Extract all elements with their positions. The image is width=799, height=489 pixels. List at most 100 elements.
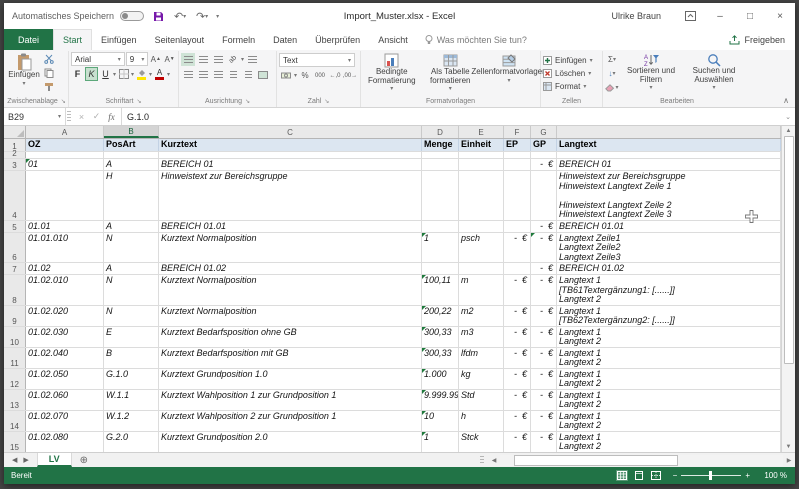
cell-einheit[interactable]: lfdm (459, 348, 504, 368)
cell-posart[interactable]: G.1.0 (104, 369, 159, 389)
scroll-down-icon[interactable]: ▼ (786, 444, 792, 452)
cell-langtext[interactable]: Langtext 1Langtext 2 (557, 369, 781, 389)
borders-button[interactable] (117, 67, 130, 81)
autosum-button[interactable]: Σ▾ (605, 53, 619, 66)
decrease-font-button[interactable]: A▼ (163, 53, 176, 66)
tab-überprüfen[interactable]: Überprüfen (306, 29, 369, 50)
cell-langtext[interactable]: Langtext 1Langtext 2 (557, 327, 781, 347)
cell-kurztext[interactable]: BEREICH 01 (159, 159, 422, 170)
cell-posart[interactable]: W.1.1 (104, 390, 159, 410)
cell-oz[interactable] (26, 171, 104, 220)
cell-einheit[interactable]: Stck (459, 432, 504, 452)
cell-gp[interactable]: -€ (531, 159, 557, 170)
accounting-format-button[interactable] (279, 69, 293, 82)
cell-menge[interactable] (422, 171, 459, 220)
format-as-table-button[interactable]: Als Tabelle formatieren ▾ (422, 52, 480, 94)
cell-menge[interactable]: 9.999.999 (422, 390, 459, 410)
bold-button[interactable]: F (71, 67, 84, 81)
cell-gp[interactable]: -€ (531, 432, 557, 452)
cell-kurztext[interactable]: BEREICH 01.02 (159, 263, 422, 274)
tab-ansicht[interactable]: Ansicht (369, 29, 417, 50)
cell-einheit[interactable]: psch (459, 233, 504, 263)
cell-styles-button[interactable]: Zellenformatvorlagen ▾ (480, 52, 538, 85)
tell-me-box[interactable]: Was möchten Sie tun? (417, 29, 535, 50)
column-header-E[interactable]: E (459, 126, 504, 138)
row-header-11[interactable]: 11 (4, 348, 26, 368)
cell-oz[interactable]: 01.02.060 (26, 390, 104, 410)
cell-kurztext[interactable]: Kurztext Grundposition 1.0 (159, 369, 422, 389)
cell-langtext[interactable]: BEREICH 01 (557, 159, 781, 170)
redo-button[interactable]: ↷▾ (194, 8, 210, 24)
number-format-select[interactable]: Text▾ (279, 53, 355, 67)
paste-button[interactable]: Einfügen ▾ (7, 52, 41, 88)
cell-oz[interactable]: 01.02.010 (26, 275, 104, 305)
cell-oz[interactable]: 01.02.050 (26, 369, 104, 389)
tab-seitenlayout[interactable]: Seitenlayout (146, 29, 214, 50)
previous-sheet-button[interactable]: ◀ (12, 456, 17, 464)
insert-cells-button[interactable]: Einfügen▾ (543, 54, 600, 67)
cell-ep[interactable] (504, 221, 531, 232)
cell-langtext[interactable]: Langtext 1[TB61Textergänzung1: [......]]… (557, 275, 781, 305)
row-header-10[interactable]: 10 (4, 327, 26, 347)
tab-formeln[interactable]: Formeln (213, 29, 264, 50)
conditional-formatting-button[interactable]: Bedingte Formatierung ▾ (363, 52, 421, 94)
cell-einheit[interactable]: m2 (459, 306, 504, 326)
cell-ep[interactable]: -€ (504, 390, 531, 410)
cell-oz[interactable]: 01.02.070 (26, 411, 104, 431)
cell-ep[interactable]: -€ (504, 327, 531, 347)
tab-start[interactable]: Start (53, 29, 92, 50)
horizontal-scrollbar-thumb[interactable] (514, 455, 678, 466)
cell-gp[interactable]: -€ (531, 348, 557, 368)
middle-align-button[interactable] (196, 53, 210, 66)
header-cell-gp[interactable]: GP (531, 139, 557, 151)
cell-kurztext[interactable] (159, 152, 422, 158)
cell-ep[interactable] (504, 152, 531, 158)
cell-posart[interactable]: A (104, 159, 159, 170)
select-all-corner[interactable] (4, 126, 26, 138)
cell-einheit[interactable] (459, 159, 504, 170)
cell-oz[interactable]: 01.02.040 (26, 348, 104, 368)
cell-oz[interactable]: 01 (26, 159, 104, 170)
cell-ep[interactable]: -€ (504, 233, 531, 263)
italic-button[interactable]: K (85, 67, 98, 81)
cut-button[interactable] (42, 52, 56, 65)
merge-center-button[interactable] (256, 68, 270, 81)
row-header-4[interactable]: 4 (4, 171, 26, 220)
header-cell-posart[interactable]: PosArt (104, 139, 159, 151)
column-header-A[interactable]: A (26, 126, 104, 138)
cell-oz[interactable] (26, 152, 104, 158)
cell-posart[interactable]: H (104, 171, 159, 220)
cell-ep[interactable]: -€ (504, 348, 531, 368)
cell-einheit[interactable]: m (459, 275, 504, 305)
column-header-H[interactable] (557, 126, 781, 138)
cell-menge[interactable]: 1 (422, 432, 459, 452)
cell-menge[interactable]: 200,22 (422, 306, 459, 326)
header-cell-ep[interactable]: EP (504, 139, 531, 151)
new-sheet-button[interactable]: ⊕ (72, 453, 96, 467)
align-right-button[interactable] (211, 68, 225, 81)
cell-langtext[interactable]: Langtext Zeile1Langtext Zeile2Langtext Z… (557, 233, 781, 263)
dialog-launcher-icon[interactable]: ↘ (61, 98, 66, 105)
cell-gp[interactable]: -€ (531, 369, 557, 389)
sort-filter-button[interactable]: AZ Sortieren und Filtern ▾ (620, 52, 682, 93)
scroll-up-icon[interactable]: ▲ (786, 126, 792, 134)
cell-menge[interactable] (422, 159, 459, 170)
close-button[interactable]: × (765, 4, 795, 28)
cell-posart[interactable]: A (104, 221, 159, 232)
maximize-button[interactable]: □ (735, 4, 765, 28)
cell-ep[interactable]: -€ (504, 369, 531, 389)
cell-langtext[interactable]: Langtext 1Langtext 2 (557, 411, 781, 431)
delete-cells-button[interactable]: Löschen▾ (543, 67, 600, 80)
cell-kurztext[interactable]: Kurztext Normalposition (159, 275, 422, 305)
name-box[interactable]: B29▾ (4, 108, 66, 125)
sheet-tab-lv[interactable]: LV (37, 453, 72, 467)
cell-posart[interactable] (104, 152, 159, 158)
cell-gp[interactable] (531, 171, 557, 220)
row-header-15[interactable]: 15 (4, 432, 26, 452)
expand-formula-bar-button[interactable]: ⌄ (781, 108, 795, 125)
cell-ep[interactable]: -€ (504, 432, 531, 452)
row-header-5[interactable]: 5 (4, 221, 26, 232)
format-painter-button[interactable] (42, 80, 56, 93)
bottom-align-button[interactable] (211, 53, 225, 66)
fill-button[interactable]: ↓▾ (605, 67, 619, 80)
